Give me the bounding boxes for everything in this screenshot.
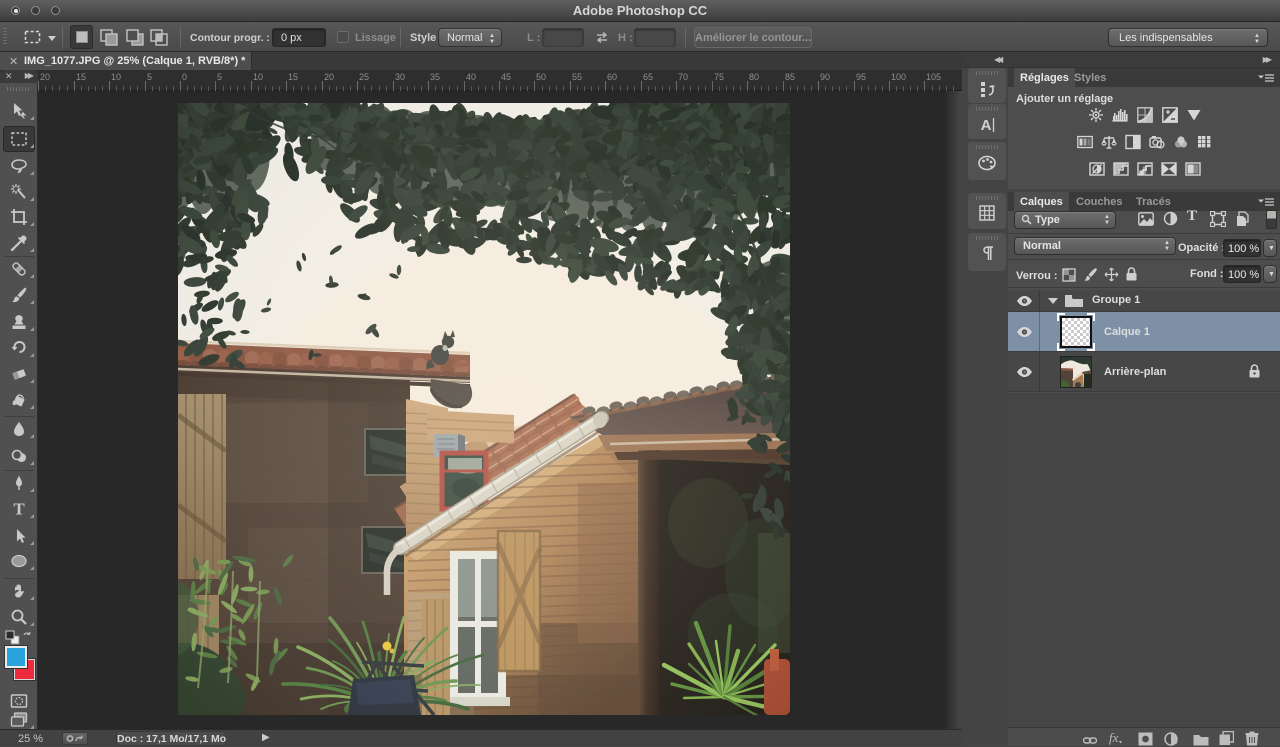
svg-text:fx: fx (1109, 731, 1119, 745)
svg-text:T: T (13, 500, 25, 518)
svg-text:A: A (981, 117, 992, 134)
